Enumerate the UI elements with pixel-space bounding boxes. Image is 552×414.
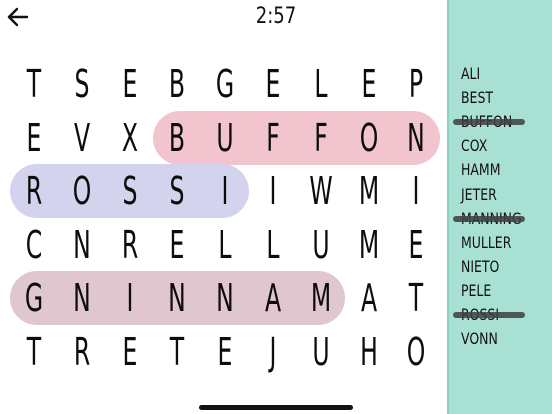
grid-letter[interactable]: O [67,167,97,215]
grid-letter[interactable]: T [19,328,49,376]
grid-letter[interactable]: W [306,167,336,215]
grid-letter[interactable]: E [402,221,432,269]
home-indicator [199,405,353,410]
grid-letter[interactable]: B [163,114,193,162]
grid-letter[interactable]: V [67,114,97,162]
grid-letter[interactable]: I [115,274,145,322]
grid-letter[interactable]: G [210,60,240,108]
grid-letter[interactable]: F [258,114,288,162]
grid-letter[interactable]: M [306,274,336,322]
word-list-item: ALI [461,64,481,83]
word-list-item: MULLER [461,232,512,252]
grid-letter[interactable]: R [67,328,97,376]
grid-letter[interactable]: A [258,274,288,322]
grid-letter[interactable]: P [402,60,432,108]
word-list-item: HAMM [461,160,501,180]
grid-letter[interactable]: N [163,274,193,322]
grid-letter[interactable]: M [354,167,384,215]
word-list-item: COX [461,136,488,156]
grid-letter[interactable]: J [258,328,288,376]
grid-letter[interactable]: E [19,114,49,162]
word-found-strike [453,312,525,318]
grid-letter[interactable]: I [258,167,288,215]
word-list-item: JETER [461,184,497,204]
word-list-item: VONN [461,329,498,349]
grid-letter[interactable]: T [402,274,432,322]
grid-letter[interactable]: O [402,328,432,376]
grid-letter[interactable]: E [210,328,240,376]
grid-letter[interactable]: T [163,328,193,376]
grid-letter[interactable]: B [163,60,193,108]
grid-letter[interactable]: E [115,328,145,376]
grid-letter[interactable]: I [210,167,240,215]
word-list-item: PELE [461,280,492,300]
grid-letter[interactable]: E [163,221,193,269]
grid-letter[interactable]: U [210,114,240,162]
grid-letter[interactable]: C [19,221,49,269]
grid-letter[interactable]: L [210,221,240,269]
grid-letter[interactable]: A [354,274,384,322]
grid-letter[interactable]: N [67,274,97,322]
grid-letter[interactable]: E [115,60,145,108]
grid-letter[interactable]: S [115,167,145,215]
grid-letter[interactable]: S [67,60,97,108]
grid-letter[interactable]: T [19,60,49,108]
word-list-item: BEST [461,88,493,108]
grid-letter[interactable]: X [115,114,145,162]
grid-letter[interactable]: E [354,60,384,108]
word-found-strike [453,119,525,126]
grid-letter[interactable]: R [19,167,49,215]
word-grid[interactable]: TSEBGELEPEVXBUFFONROSSIIWMICNRELLUMEGNIN… [0,0,447,414]
grid-letter[interactable]: S [163,167,193,215]
grid-letter[interactable]: E [258,60,288,108]
grid-letter[interactable]: I [402,167,432,215]
grid-letter[interactable]: L [306,60,336,108]
grid-letter[interactable]: N [210,274,240,322]
grid-letter[interactable]: M [354,221,384,269]
grid-letter[interactable]: H [354,328,384,376]
found-word-highlight [153,110,441,165]
grid-letter[interactable]: N [402,114,432,162]
word-list-item: NIETO [461,256,500,276]
grid-letter[interactable]: F [306,114,336,162]
grid-letter[interactable]: U [306,328,336,376]
grid-letter[interactable]: L [258,221,288,269]
grid-letter[interactable]: R [115,221,145,269]
word-found-strike [453,215,525,222]
grid-letter[interactable]: O [354,114,384,162]
grid-letter[interactable]: U [306,221,336,269]
grid-letter[interactable]: G [19,274,49,322]
word-list-sidebar: ALIBESTBUFFONCOXHAMMJETERMANNINGMULLERNI… [447,0,552,414]
grid-letter[interactable]: N [67,221,97,269]
